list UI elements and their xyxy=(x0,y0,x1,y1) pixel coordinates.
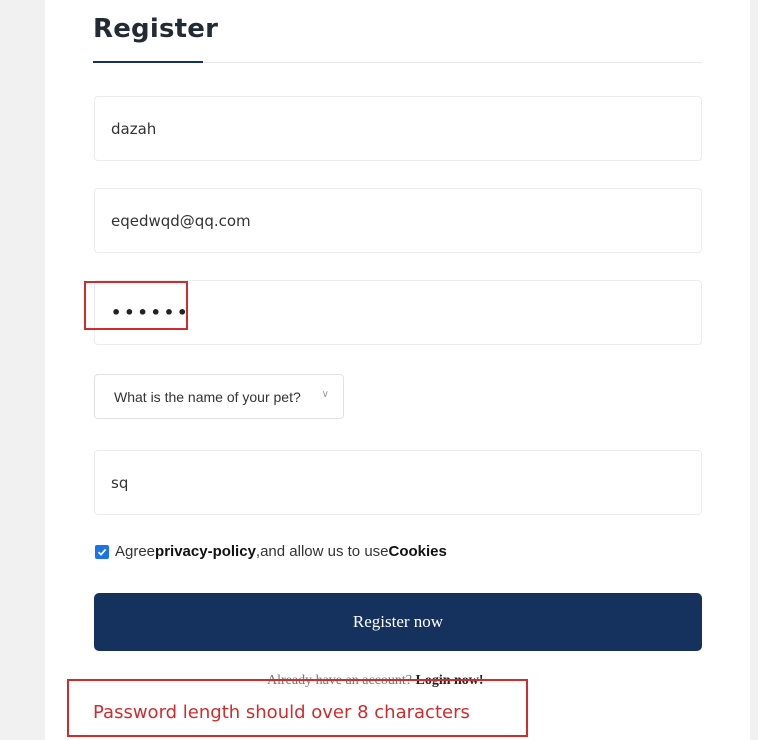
password-highlight-box xyxy=(84,281,188,330)
register-button[interactable]: Register now xyxy=(94,593,702,651)
agree-row: Agree privacy-policy ,and allow us to us… xyxy=(95,543,447,560)
page-title: Register xyxy=(93,14,219,44)
email-field[interactable]: eqedwqd@qq.com xyxy=(94,188,702,253)
agree-middle-text: ,and allow us to use xyxy=(255,543,389,560)
agree-prefix: Agree xyxy=(115,543,156,560)
username-field[interactable]: dazah xyxy=(94,96,702,161)
security-question-select[interactable]: What is the name of your pet? ∨ xyxy=(94,374,344,419)
error-message: Password length should over 8 characters xyxy=(93,702,470,723)
agree-checkbox[interactable] xyxy=(95,544,109,559)
security-answer-field[interactable]: sq xyxy=(94,450,702,515)
cookies-link[interactable]: Cookies xyxy=(389,543,447,560)
privacy-policy-link[interactable]: privacy-policy xyxy=(155,543,256,560)
security-question-selected: What is the name of your pet? xyxy=(114,388,301,405)
check-icon xyxy=(97,548,107,556)
title-divider xyxy=(203,62,702,63)
title-underline xyxy=(93,61,203,63)
chevron-down-icon: ∨ xyxy=(321,389,329,400)
